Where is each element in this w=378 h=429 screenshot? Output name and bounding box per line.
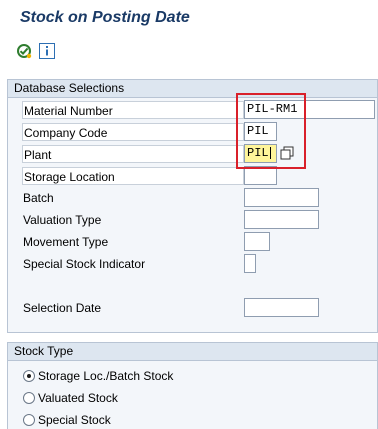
execute-icon[interactable]: [16, 43, 32, 59]
radio-label: Special Stock: [38, 413, 111, 427]
selection-date-label: Selection Date: [23, 301, 102, 315]
title-bar: Stock on Posting Date: [0, 0, 378, 36]
radio-button[interactable]: [23, 414, 35, 426]
movement-type-label: Movement Type: [23, 235, 109, 249]
company-code-label: Company Code: [22, 123, 244, 141]
storage-location-label: Storage Location: [22, 167, 244, 185]
movement-type-input[interactable]: [244, 232, 270, 251]
plant-label: Plant: [22, 145, 244, 163]
plant-input-value: PIL: [247, 146, 269, 160]
radio-valuated-stock[interactable]: Valuated Stock: [23, 389, 118, 407]
batch-label: Batch: [23, 191, 54, 205]
database-selections-header: Database Selections: [8, 80, 377, 98]
radio-storage-loc-batch-stock[interactable]: Storage Loc./Batch Stock: [23, 367, 173, 385]
text-cursor: [269, 146, 271, 159]
radio-label: Valuated Stock: [38, 391, 118, 405]
material-number-label: Material Number: [22, 101, 244, 119]
batch-input[interactable]: [244, 188, 319, 207]
plant-search-help-icon[interactable]: [280, 146, 294, 160]
material-number-input[interactable]: PIL-RM1: [244, 100, 375, 119]
plant-input[interactable]: PIL: [244, 144, 277, 163]
application-toolbar: [0, 36, 378, 68]
stock-type-header: Stock Type: [8, 343, 377, 361]
radio-button[interactable]: [23, 392, 35, 404]
company-code-input[interactable]: PIL: [244, 122, 277, 141]
radio-button-selected[interactable]: [23, 370, 35, 382]
selection-date-input[interactable]: [244, 298, 319, 317]
special-stock-indicator-label: Special Stock Indicator: [23, 257, 146, 271]
radio-special-stock[interactable]: Special Stock: [23, 411, 111, 429]
special-stock-indicator-input[interactable]: [244, 254, 256, 273]
valuation-type-input[interactable]: [244, 210, 319, 229]
storage-location-input[interactable]: [244, 166, 277, 185]
stock-type-group: Stock Type Storage Loc./Batch Stock Valu…: [7, 342, 378, 429]
radio-label: Storage Loc./Batch Stock: [38, 369, 174, 383]
valuation-type-label: Valuation Type: [23, 213, 102, 227]
info-icon[interactable]: [39, 43, 55, 59]
page-title: Stock on Posting Date: [20, 9, 190, 26]
